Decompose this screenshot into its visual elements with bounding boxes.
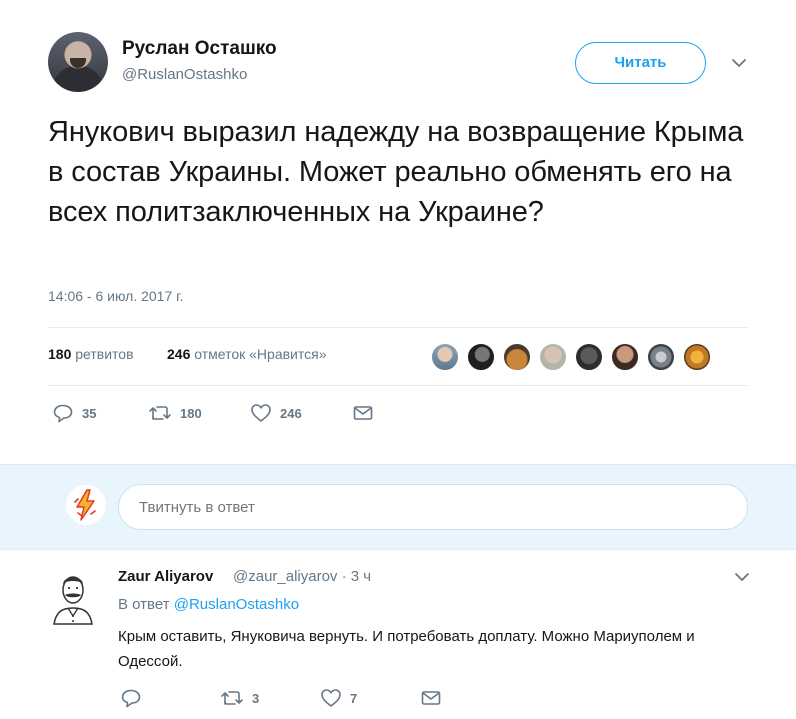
- reply-tweet[interactable]: Zaur Aliyarov @zaur_aliyarov · 3 ч В отв…: [0, 549, 796, 719]
- liker-avatar[interactable]: [682, 342, 712, 372]
- tweet-text: Янукович выразил надежду на возвращение …: [48, 116, 744, 228]
- reply-context: В ответ @RuslanOstashko: [118, 596, 299, 613]
- likes-label: отметок «Нравится»: [194, 346, 327, 362]
- retweet-button[interactable]: 180: [148, 398, 202, 428]
- direct-message-icon: [421, 691, 441, 705]
- reply-author-name[interactable]: Zaur Aliyarov: [118, 568, 213, 585]
- author-handle[interactable]: @RuslanOstashko: [122, 66, 247, 83]
- liker-avatar[interactable]: [430, 342, 460, 372]
- liker-avatar[interactable]: [646, 342, 676, 372]
- liker-avatar[interactable]: [574, 342, 604, 372]
- tweet-header: Руслан Осташко @RuslanOstashko Читать: [48, 30, 768, 94]
- retweet-icon: [149, 406, 171, 420]
- author-avatar[interactable]: [48, 32, 108, 92]
- lightning-icon: [67, 486, 105, 524]
- tweet-actions: 35 180 246: [48, 398, 748, 428]
- tweet-timestamp[interactable]: 14:06 - 6 июл. 2017 г.: [48, 288, 183, 304]
- reply-icon: [53, 404, 73, 423]
- likes-count: 246: [167, 346, 191, 362]
- current-user-avatar[interactable]: [66, 485, 106, 525]
- tweet-stats: 180 ретвитов 246 отметок «Нравится»: [48, 327, 748, 386]
- retweets-count: 180: [48, 346, 72, 362]
- chevron-down-icon[interactable]: [734, 571, 750, 583]
- like-button[interactable]: 7: [320, 686, 357, 710]
- retweet-icon: [221, 691, 243, 705]
- author-name[interactable]: Руслан Осташко: [122, 38, 277, 60]
- like-count: 246: [280, 405, 302, 421]
- likes-stat[interactable]: 246 отметок «Нравится»: [167, 346, 327, 362]
- liker-avatar[interactable]: [502, 342, 532, 372]
- direct-message-button[interactable]: [421, 686, 441, 710]
- reply-button[interactable]: 35: [52, 398, 96, 428]
- reply-author-avatar[interactable]: [48, 566, 98, 626]
- chevron-down-icon[interactable]: [730, 56, 748, 70]
- reply-text: Крым оставить, Януковича вернуть. И потр…: [118, 628, 695, 670]
- retweets-label: ретвитов: [75, 346, 134, 362]
- reply-to-mention[interactable]: @RuslanOstashko: [174, 596, 299, 613]
- retweet-button[interactable]: 3: [220, 686, 259, 710]
- direct-message-button[interactable]: [353, 398, 373, 428]
- like-button[interactable]: 246: [250, 398, 302, 428]
- liker-avatar[interactable]: [538, 342, 568, 372]
- reply-composer: [0, 464, 796, 549]
- reply-input[interactable]: [118, 484, 748, 530]
- liker-avatar[interactable]: [466, 342, 496, 372]
- retweet-count: 3: [252, 690, 260, 706]
- reply-icon: [121, 689, 141, 708]
- heart-icon: [251, 404, 271, 422]
- reply-actions: 3 7: [118, 686, 738, 710]
- reply-author-handle[interactable]: @zaur_aliyarov · 3 ч: [233, 568, 371, 585]
- liker-avatar[interactable]: [610, 342, 640, 372]
- retweets-stat[interactable]: 180 ретвитов: [48, 346, 134, 362]
- reply-button[interactable]: [120, 686, 150, 710]
- reply-count: 35: [82, 405, 97, 421]
- retweet-count: 180: [180, 405, 202, 421]
- heart-icon: [321, 689, 341, 707]
- reply-to-prefix: В ответ: [118, 596, 170, 613]
- follow-button[interactable]: Читать: [575, 42, 706, 84]
- direct-message-icon: [353, 406, 373, 420]
- like-count: 7: [350, 690, 358, 706]
